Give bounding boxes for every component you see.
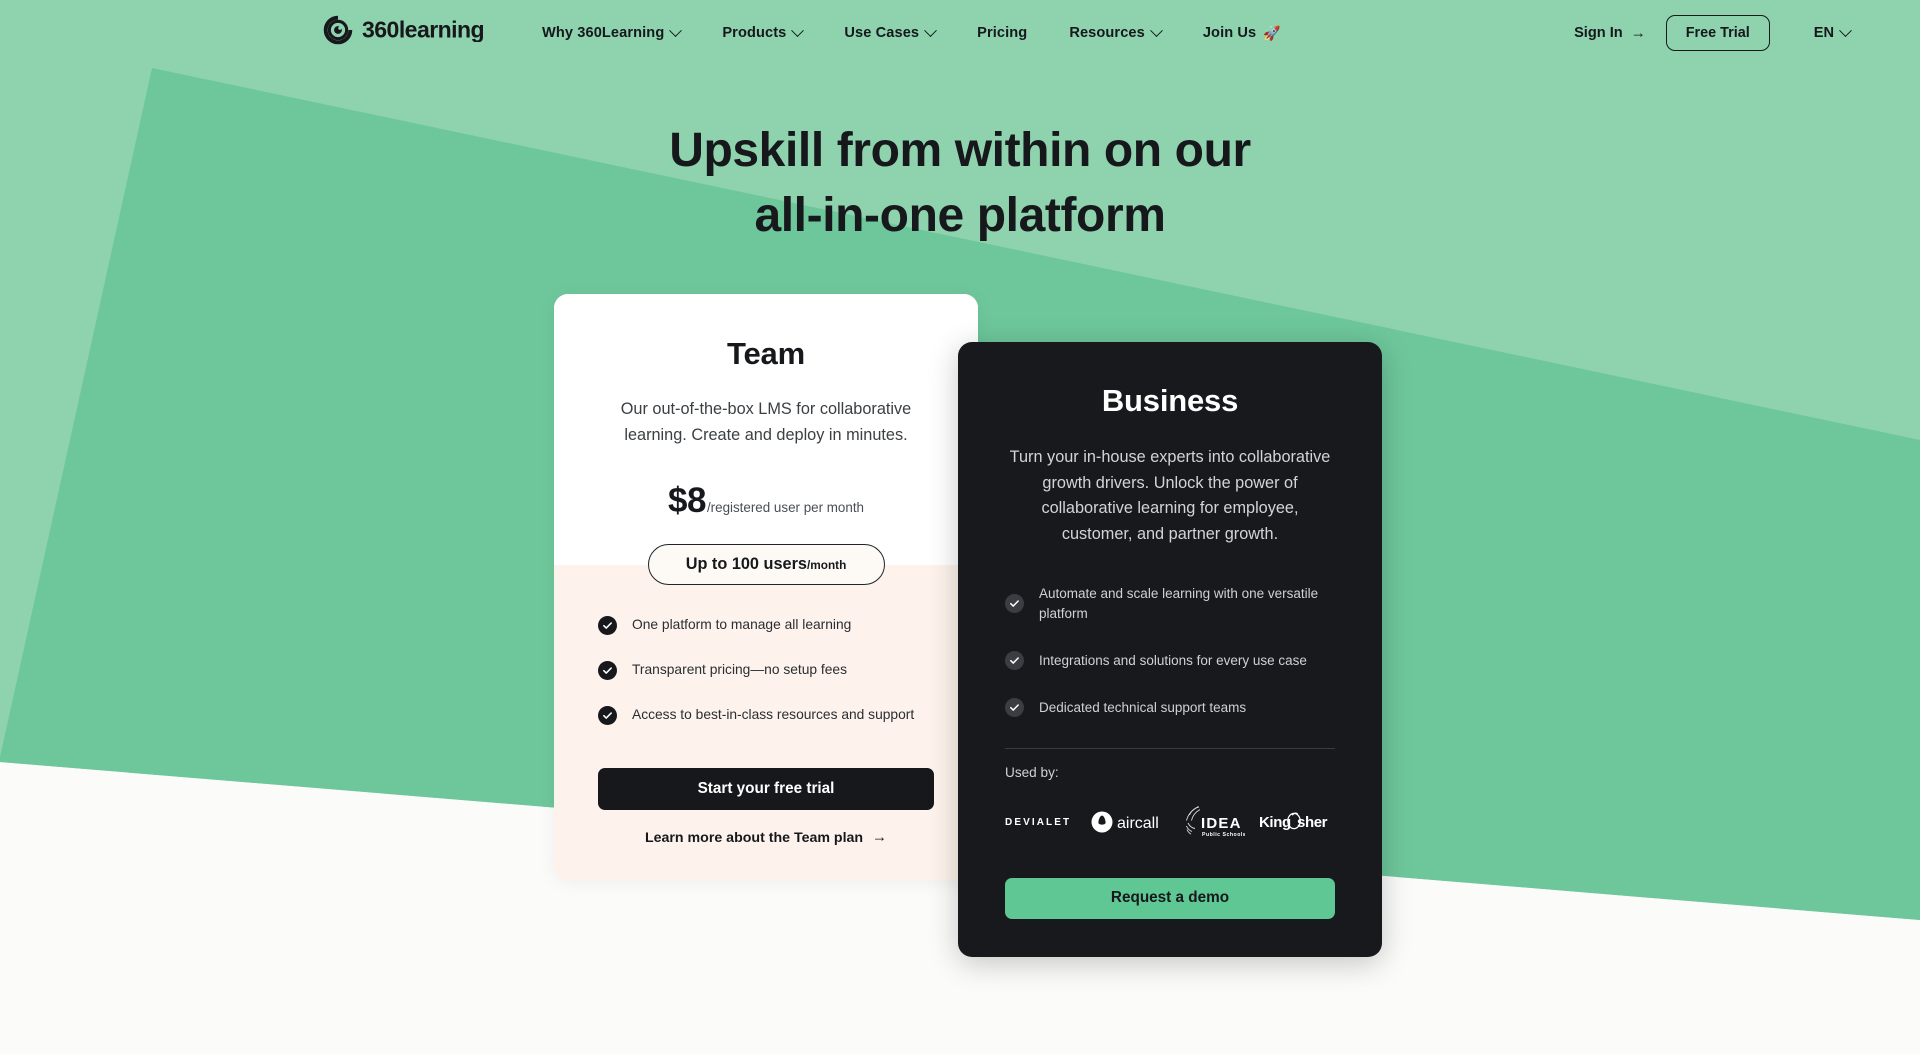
business-plan-description: Turn your in-house experts into collabor… [1009,448,1331,544]
arrow-right-icon: → [1630,24,1646,41]
nav-item-products[interactable]: Products [701,23,823,41]
nav-actions: Sign In → Free Trial EN [1574,0,1852,66]
arrow-right-icon: → [872,828,888,846]
nav-item-label: Resources [1069,25,1145,41]
team-plan-header: Team Our out-of-the-box LMS for collabor… [554,294,978,586]
page-title-line-2: all-in-one platform [754,189,1166,243]
team-plan-description: Our out-of-the-box LMS for collaborative… [620,400,912,444]
business-feature-item: Automate and scale learning with one ver… [1005,584,1335,624]
team-plan-card: Team Our out-of-the-box LMS for collabor… [554,294,978,881]
team-seats-period: /month [806,557,847,572]
business-feature-label: Dedicated technical support teams [1039,699,1247,715]
chevron-down-icon [669,23,683,37]
svg-text:360learning: 360learning [362,18,484,42]
team-price-unit: /registered user per month [706,500,864,516]
used-by-label: Used by: [1005,764,1059,780]
start-free-trial-button[interactable]: Start your free trial [598,768,934,811]
business-feature-label: Integrations and solutions for every use… [1039,652,1307,668]
nav-item-why-360learning[interactable]: Why 360Learning [521,23,701,41]
page-title-line-1: Upskill from within on our [669,124,1251,177]
360learning-logo-icon [323,15,353,45]
chevron-down-icon [1149,23,1163,37]
section-divider [1005,747,1335,749]
top-navigation-bar: 360learning Why 360Learning Products Use… [0,0,1920,66]
svg-text:sher: sher [1297,814,1328,831]
business-plan-card: Business Turn your in-house experts into… [958,342,1382,957]
check-circle-icon [1005,698,1024,718]
devialet-logo: DEVIALET [1005,815,1077,828]
svg-text:IDEA: IDEA [1201,815,1242,832]
idea-public-schools-logo: IDEA Public Schools [1177,804,1245,840]
check-circle-icon [598,615,617,635]
rocket-icon: 🚀 [1263,25,1281,41]
chevron-down-icon [924,23,938,37]
nav-item-label: Join Us [1202,25,1257,41]
svg-text:DEVIALET: DEVIALET [1005,817,1071,828]
team-feature-item: Transparent pricing—no setup fees [598,660,934,680]
primary-nav-links: Why 360Learning Products Use Cases Prici… [521,0,1302,66]
kingfisher-logo: King sher [1259,811,1335,833]
customer-logo-strip: DEVIALET aircall IDEA Public Schools Kin… [1005,802,1335,842]
check-circle-icon [598,705,617,725]
team-plan-price: $8 /registered user per month [598,481,934,521]
team-feature-label: Access to best-in-class resources and su… [632,707,915,723]
aircall-logo: aircall [1091,810,1163,834]
nav-item-use-cases[interactable]: Use Cases [823,23,956,41]
team-price-amount: $8 [668,481,706,521]
business-plan-title: Business [1101,383,1239,418]
brand-logo[interactable]: 360learning [321,13,537,47]
nav-item-label: Products [722,25,787,41]
team-plan-title: Team [727,336,805,371]
learn-more-label: Learn more about the Team plan [644,830,864,847]
nav-item-label: Why 360Learning [542,25,665,41]
svg-text:King: King [1259,814,1291,831]
nav-item-resources[interactable]: Resources [1048,23,1182,41]
svg-text:aircall: aircall [1117,815,1159,832]
svg-text:Public Schools: Public Schools [1202,832,1245,838]
team-seats-selector[interactable]: Up to 100 users /month [647,544,885,586]
nav-item-join-us[interactable]: Join Us 🚀 [1182,25,1302,41]
team-feature-label: Transparent pricing—no setup fees [632,662,847,678]
team-seats-label: Up to 100 users [685,555,807,574]
business-feature-label: Automate and scale learning with one ver… [1039,585,1319,621]
team-feature-item: Access to best-in-class resources and su… [598,705,934,725]
business-feature-item: Dedicated technical support teams [1005,698,1335,718]
check-circle-icon [598,660,617,680]
check-circle-icon [1005,594,1024,614]
nav-item-label: Pricing [977,25,1028,41]
page-title: Upskill from within on our all-in-one pl… [0,118,1920,249]
team-feature-label: One platform to manage all learning [632,617,852,633]
brand-wordmark: 360learning [362,18,485,42]
business-feature-list: Automate and scale learning with one ver… [1005,584,1335,718]
team-feature-item: One platform to manage all learning [598,615,934,635]
sign-in-label: Sign In [1574,25,1623,41]
language-label: EN [1813,25,1834,41]
free-trial-button[interactable]: Free Trial [1665,15,1770,51]
nav-item-pricing[interactable]: Pricing [956,25,1048,41]
team-plan-body: One platform to manage all learning Tran… [554,565,978,881]
learn-more-team-plan-link[interactable]: Learn more about the Team plan → [598,828,934,847]
check-circle-icon [1005,651,1024,671]
sign-in-link[interactable]: Sign In → [1574,25,1666,41]
language-selector[interactable]: EN [1813,23,1852,41]
business-feature-item: Integrations and solutions for every use… [1005,651,1335,671]
chevron-down-icon [791,23,805,37]
chevron-down-icon [1839,23,1852,37]
request-demo-button[interactable]: Request a demo [1005,877,1335,919]
nav-item-label: Use Cases [844,25,920,41]
